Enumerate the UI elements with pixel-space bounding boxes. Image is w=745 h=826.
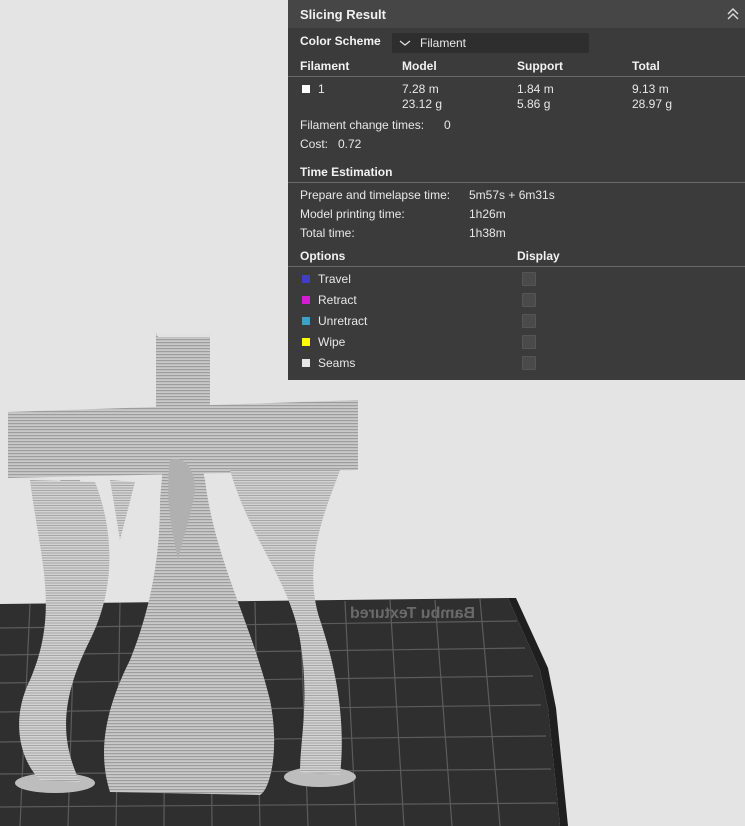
slicing-result-panel: Slicing Result Color Scheme Filament Fil… [288, 0, 745, 380]
unretract-display-checkbox[interactable] [522, 314, 536, 328]
support-header: Support [517, 59, 563, 73]
seams-color-swatch [302, 359, 310, 367]
total-weight: 28.97 g [632, 97, 673, 111]
panel-header: Slicing Result [288, 0, 745, 28]
option-label-wipe: Wipe [318, 335, 346, 349]
option-label-retract: Retract [318, 293, 357, 307]
wipe-color-swatch [302, 338, 310, 346]
unretract-color-swatch [302, 317, 310, 325]
support-weight: 5.86 g [517, 97, 551, 111]
divider [288, 76, 745, 77]
sliced-model[interactable] [8, 333, 358, 795]
option-label-seams: Seams [318, 356, 356, 370]
model-length: 7.28 m [402, 82, 439, 96]
support-length: 1.84 m [517, 82, 554, 96]
color-scheme-value: Filament [420, 36, 467, 50]
travel-color-swatch [302, 275, 310, 283]
total-header: Total [632, 59, 660, 73]
filament-change-label: Filament change times: [300, 118, 425, 132]
display-heading: Display [517, 249, 560, 263]
time-value: 1h26m [469, 207, 506, 221]
model-weight: 23.12 g [402, 97, 443, 111]
filament-header: Filament [300, 59, 350, 73]
collapse-chevron-icon[interactable] [725, 6, 741, 22]
filament-color-swatch [302, 85, 310, 93]
color-scheme-label: Color Scheme [300, 34, 381, 48]
filament-id: 1 [318, 82, 325, 96]
divider [288, 266, 745, 267]
time-label: Prepare and timelapse time: [300, 188, 451, 202]
plate-label: Bambu Textured [350, 605, 475, 622]
seams-display-checkbox[interactable] [522, 356, 536, 370]
retract-color-swatch [302, 296, 310, 304]
travel-display-checkbox[interactable] [522, 272, 536, 286]
color-scheme-dropdown[interactable]: Filament [392, 33, 589, 53]
divider [288, 182, 745, 183]
panel-title: Slicing Result [300, 6, 386, 22]
time-label: Total time: [300, 226, 355, 240]
chevron-down-icon [399, 40, 411, 46]
cost-label: Cost: [300, 137, 329, 151]
filament-change-value: 0 [444, 118, 451, 132]
time-label: Model printing time: [300, 207, 405, 221]
option-label-travel: Travel [318, 272, 351, 286]
retract-display-checkbox[interactable] [522, 293, 536, 307]
time-value: 5m57s + 6m31s [469, 188, 555, 202]
wipe-display-checkbox[interactable] [522, 335, 536, 349]
total-length: 9.13 m [632, 82, 669, 96]
option-label-unretract: Unretract [318, 314, 368, 328]
options-heading: Options [300, 249, 346, 263]
time-estimation-heading: Time Estimation [300, 165, 393, 179]
cost-value: 0.72 [338, 137, 362, 151]
model-header: Model [402, 59, 437, 73]
time-value: 1h38m [469, 226, 506, 240]
